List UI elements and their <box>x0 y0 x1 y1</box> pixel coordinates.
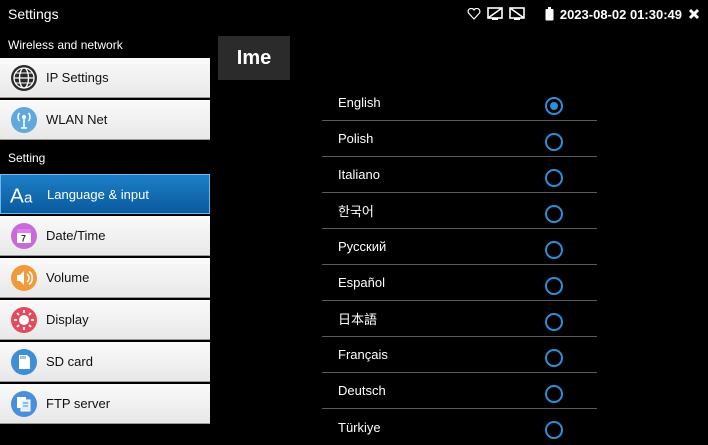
status-bar: Settings 2023-08-02 01:30:49 <box>0 0 708 28</box>
sidebar-item-ip-settings[interactable]: IP Settings <box>0 58 210 98</box>
language-label: 한국어 <box>338 204 374 219</box>
no-network-icon <box>487 7 503 21</box>
battery-icon <box>545 7 554 21</box>
radio-unselected[interactable] <box>545 205 563 223</box>
sidebar: Wireless and network IP Settings WLAN Ne… <box>0 31 210 444</box>
language-option-polish[interactable]: Polish <box>322 121 597 157</box>
datetime: 2023-08-02 01:30:49 <box>559 6 682 22</box>
radio-unselected[interactable] <box>545 313 563 331</box>
language-option-english[interactable]: English <box>322 85 597 121</box>
language-label: English <box>338 95 381 110</box>
tab-ime[interactable]: Ime <box>218 36 290 80</box>
app-title: Settings <box>8 6 59 22</box>
language-label: Español <box>338 275 385 290</box>
sd-card-icon <box>8 346 40 378</box>
volume-icon <box>8 262 40 294</box>
section-header-setting: Setting <box>0 142 210 174</box>
language-option-francais[interactable]: Français <box>322 337 597 373</box>
language-label: Türkiye <box>338 419 381 435</box>
svg-text:a: a <box>24 189 33 206</box>
status-icons: 2023-08-02 01:30:49 <box>467 7 700 22</box>
radio-unselected[interactable] <box>545 241 563 259</box>
language-label: Русский <box>338 239 387 254</box>
display-brightness-icon <box>8 304 40 336</box>
sidebar-item-label: IP Settings <box>46 70 109 85</box>
sidebar-item-label: FTP server <box>46 396 111 411</box>
svg-text:7: 7 <box>21 233 26 243</box>
language-icon: Aa <box>9 178 41 210</box>
radio-unselected[interactable] <box>545 133 563 151</box>
language-option-espanol[interactable]: Español <box>322 265 597 301</box>
language-list: English Polish Italiano 한국어 Русский Espa… <box>322 85 597 445</box>
radio-unselected[interactable] <box>545 349 563 367</box>
sidebar-item-language-input[interactable]: Aa Language & input <box>0 174 210 214</box>
radio-unselected[interactable] <box>545 277 563 295</box>
language-option-russian[interactable]: Русский <box>322 229 597 265</box>
close-icon[interactable] <box>688 8 700 20</box>
language-option-italiano[interactable]: Italiano <box>322 157 597 193</box>
sidebar-item-label: Display <box>46 312 89 327</box>
sidebar-item-volume[interactable]: Volume <box>0 258 210 298</box>
language-option-deutsch[interactable]: Deutsch <box>322 373 597 409</box>
sidebar-item-sd-card[interactable]: SD card <box>0 342 210 382</box>
sidebar-item-display[interactable]: Display <box>0 300 210 340</box>
section-header-wireless: Wireless and network <box>0 31 210 58</box>
sidebar-item-label: Volume <box>46 270 90 285</box>
language-option-japanese[interactable]: 日本語 <box>322 301 597 337</box>
sidebar-item-date-time[interactable]: 7 Date/Time <box>0 216 210 256</box>
sidebar-item-label: SD card <box>46 354 93 369</box>
radio-unselected[interactable] <box>545 385 563 403</box>
wifi-antenna-icon <box>8 104 40 136</box>
no-signal-icon <box>509 7 525 21</box>
language-label: Polish <box>338 131 374 146</box>
radio-unselected[interactable] <box>545 169 563 187</box>
globe-icon <box>8 62 40 94</box>
language-label: Italiano <box>338 167 380 182</box>
language-label: Deutsch <box>338 383 386 398</box>
sidebar-item-label: WLAN Net <box>46 112 108 127</box>
radio-unselected[interactable] <box>545 421 563 439</box>
language-option-turkiye[interactable]: Türkiye <box>322 409 597 445</box>
sidebar-item-ftp-server[interactable]: FTP server <box>0 384 210 424</box>
sidebar-item-label: Date/Time <box>46 228 106 243</box>
svg-text:A: A <box>10 184 24 207</box>
sidebar-item-label: Language & input <box>47 186 149 202</box>
calendar-icon: 7 <box>8 220 40 252</box>
sidebar-item-wlan-net[interactable]: WLAN Net <box>0 100 210 140</box>
radio-selected[interactable] <box>545 97 563 115</box>
language-option-korean[interactable]: 한국어 <box>322 193 597 229</box>
heart-outline-icon <box>467 8 481 20</box>
language-label: 日本語 <box>338 312 378 327</box>
ftp-server-icon <box>8 388 40 420</box>
language-label: Français <box>338 347 388 362</box>
